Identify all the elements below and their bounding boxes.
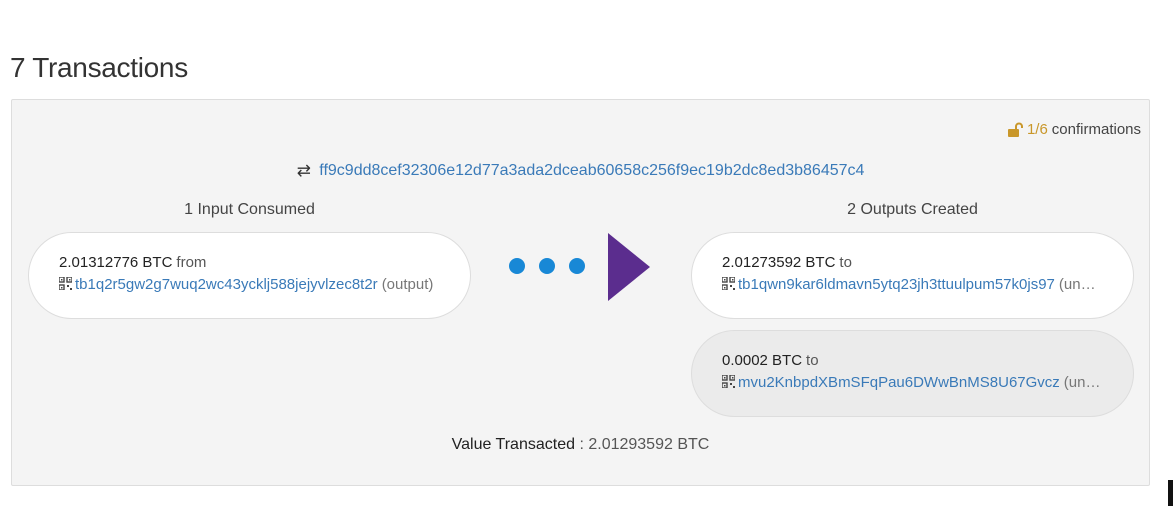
dot-icon [509,258,525,274]
input-amount: 2.01312776 BTC [59,254,173,271]
output-status: (unspent) [1058,276,1103,293]
qr-code-icon[interactable] [59,277,72,290]
qr-code-icon[interactable] [722,375,735,388]
output-status: (unspent) [1063,374,1103,391]
arrow-right-icon [608,233,650,301]
page-title: 7 Transactions [10,52,188,83]
input-direction: from [176,254,207,271]
input-item: 2.01312776 BTC from tb1q2r5gw2g7wuq2wc43y… [28,232,471,319]
outputs-heading: 2 Outputs Created [847,201,978,218]
value-transacted-amount: : 2.01293592 BTC [579,436,710,453]
output-amount: 0.0002 BTC [722,352,803,369]
text-cursor [1168,480,1173,506]
output-item: 2.01273592 BTC to tb1qwn9kar6ldmavn5ytq23… [691,232,1134,319]
confirmation-label: confirmations [1051,121,1141,138]
transaction-card: 1/6 confirmations ⇄ ff9c9dd8cef32306e12d… [11,99,1150,486]
input-address-link[interactable]: tb1q2r5gw2g7wuq2wc43ycklj588jejyvlzec8t2… [75,276,378,293]
value-transacted: Value Transacted : 2.01293592 BTC [12,436,1149,454]
exchange-icon: ⇄ [296,161,311,180]
qr-code-icon[interactable] [722,277,735,290]
dot-icon [569,258,585,274]
txid-row: ⇄ ff9c9dd8cef32306e12d77a3ada2dceab60658… [12,161,1149,181]
transfer-dots [509,258,585,274]
input-status: (output) [381,276,434,293]
output-address-link[interactable]: mvu2KnbpdXBmSFqPau6DWwBnMS8U67Gvcz [738,374,1060,391]
output-address-link[interactable]: tb1qwn9kar6ldmavn5ytq23jh3ttuulpum57k0js… [738,276,1055,293]
txid-link[interactable]: ff9c9dd8cef32306e12d77a3ada2dceab60658c2… [319,162,864,179]
output-direction: to [839,254,852,271]
unlock-icon [1007,122,1023,137]
output-direction: to [806,352,819,369]
confirmation-count: 1/6 [1026,121,1048,138]
value-transacted-label: Value Transacted [451,436,575,453]
dot-icon [539,258,555,274]
output-amount: 2.01273592 BTC [722,254,836,271]
confirmations-status: 1/6 confirmations [1007,121,1141,138]
inputs-heading: 1 Input Consumed [184,201,315,218]
output-item: 0.0002 BTC to mvu2KnbpdXBmSFqPau6DWwBnMS8… [691,330,1134,417]
